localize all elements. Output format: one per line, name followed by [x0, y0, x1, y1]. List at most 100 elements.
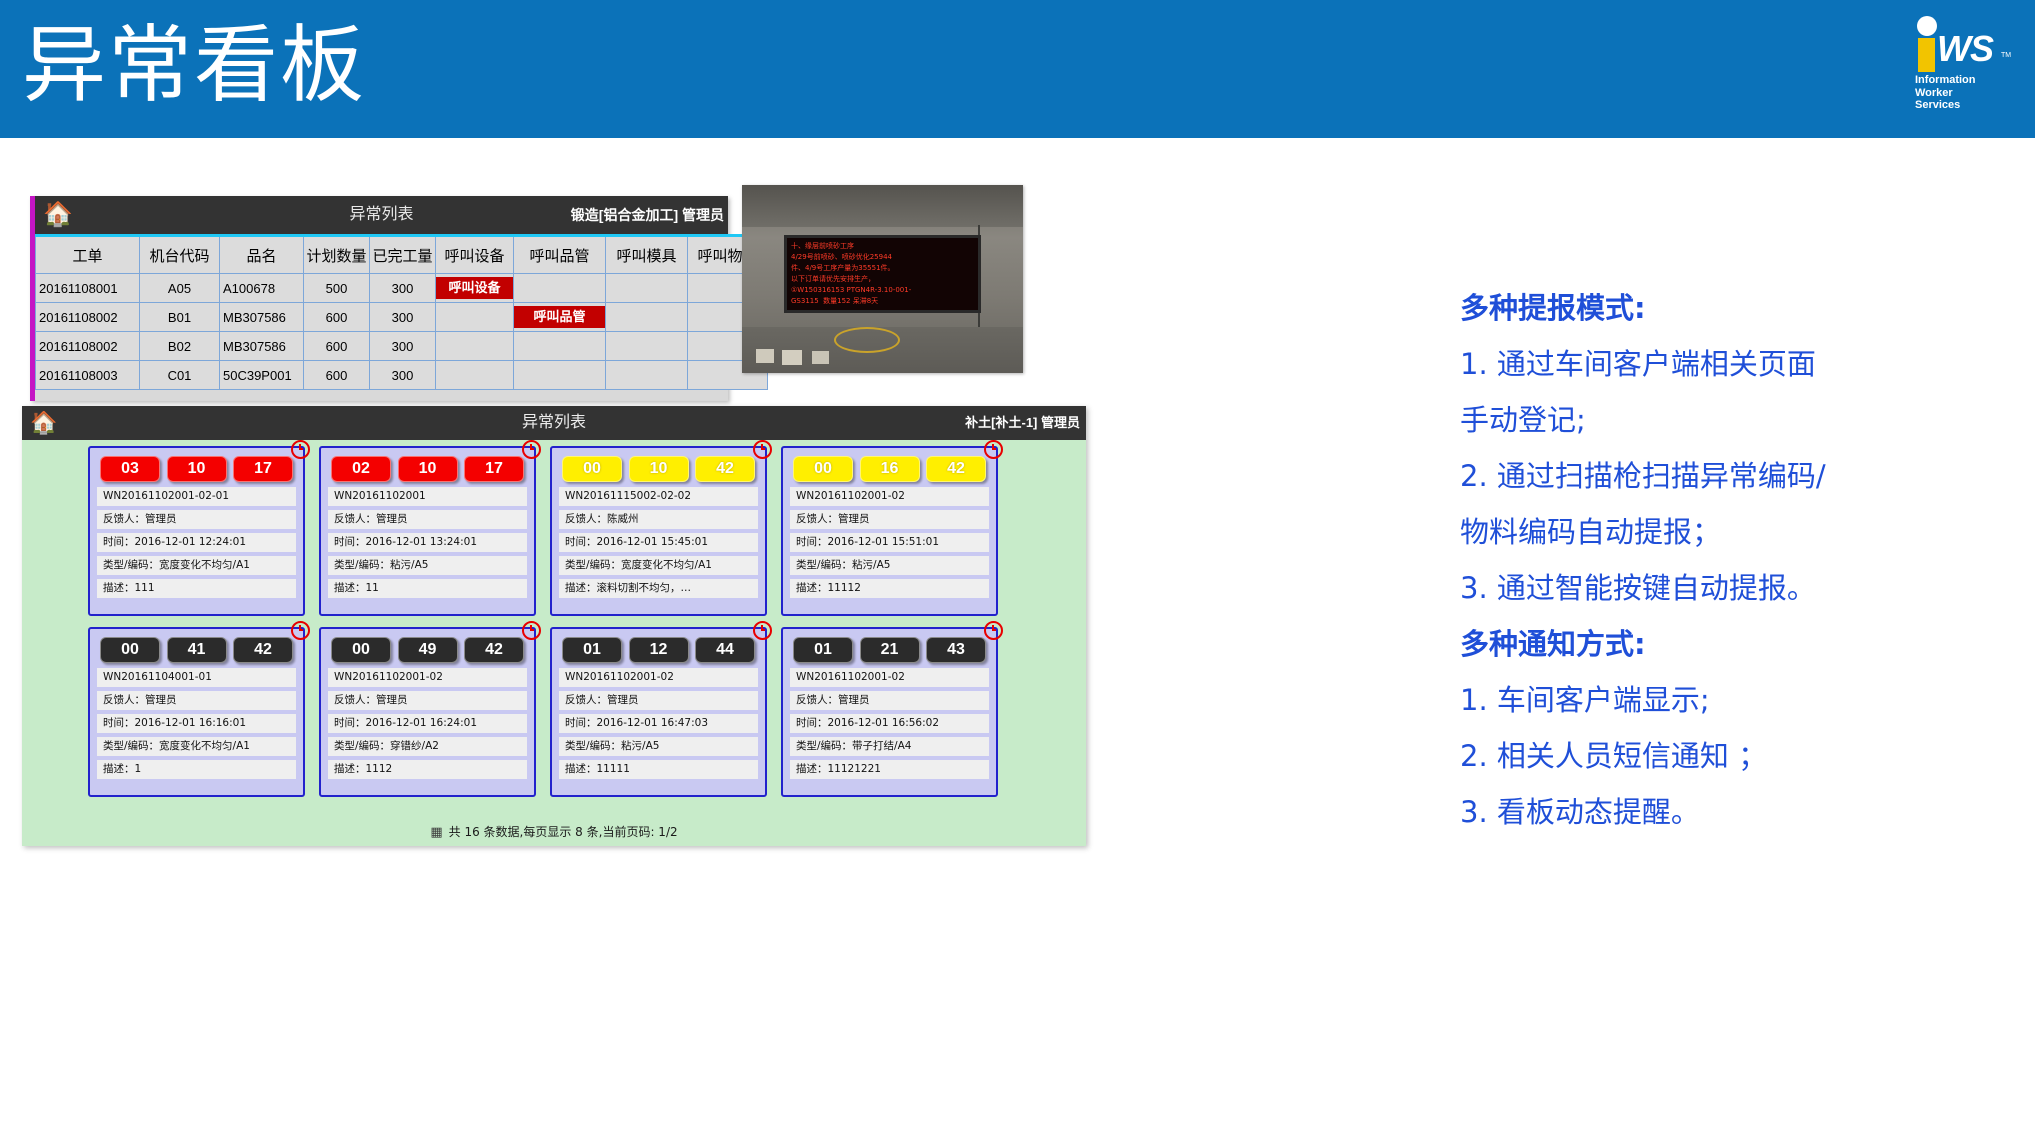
cell-call-qa[interactable] [513, 273, 606, 303]
col-plan-qty: 计划数量 [303, 235, 370, 274]
card-reporter: 反馈人：管理员 [97, 510, 296, 529]
kanban-card[interactable]: 02 10 17 WN20161102001 反馈人：管理员 时间：2016-1… [319, 440, 541, 616]
home-icon[interactable]: 🏠 [30, 410, 57, 436]
report-modes-heading: 多种提报模式: [1460, 291, 1646, 325]
card-reporter: 反馈人：管理员 [790, 510, 989, 529]
status-badge: 16 [859, 456, 920, 482]
card-workorder: WN20161102001-02-01 [97, 487, 296, 506]
report-mode-2: 2. 通过扫描枪扫描异常编码/ [1460, 459, 1826, 493]
cell-call-qa[interactable]: 呼叫品管 [513, 302, 606, 332]
exception-list-panel: 异常列表 🏠 锻造[铝合金加工] 管理员 工单 机台代码 品名 计划数量 已完工… [30, 196, 768, 401]
table-row[interactable]: 20161108002 B02 MB307586 600 300 [35, 331, 768, 361]
card-badges: 03 10 17 [97, 456, 296, 482]
call-quality-button[interactable]: 呼叫品管 [514, 306, 605, 328]
card-type: 类型/编码：宽度变化不均匀/A1 [97, 556, 296, 575]
status-badge: 21 [859, 637, 920, 663]
card-type: 类型/编码：粘污/A5 [328, 556, 527, 575]
kanban-card[interactable]: 00 41 42 WN20161104001-01 反馈人：管理员 时间：201… [88, 621, 310, 797]
cell-plan: 600 [303, 360, 370, 390]
card-time: 时间：2016-12-01 16:56:02 [790, 714, 989, 733]
led-board-photo: 十、缘层前喷砂工序 4/29号前喷砂、喷砂优化25944 件、4/9号工序产量为… [742, 185, 1023, 373]
card-badges: 02 10 17 [328, 456, 527, 482]
exception-table-body: 20161108001 A05 A100678 500 300 呼叫设备 201… [35, 273, 768, 390]
status-badge: 10 [628, 456, 689, 482]
kanban-card[interactable]: 03 10 17 WN20161102001-02-01 反馈人：管理员 时间：… [88, 440, 310, 616]
card-desc: 描述：11121221 [790, 760, 989, 779]
cell-machine: B02 [139, 331, 220, 361]
cell-call-equip[interactable] [435, 360, 514, 390]
photo-highlight-ellipse [834, 327, 900, 353]
cell-product: A100678 [219, 273, 304, 303]
card-reporter: 反馈人：管理员 [790, 691, 989, 710]
status-badge: 10 [166, 456, 227, 482]
clock-icon [291, 440, 310, 459]
status-badge: 42 [233, 637, 293, 663]
report-mode-2-cont: 物料编码自动提报； [1460, 515, 1722, 549]
cell-call-mold[interactable] [605, 273, 688, 303]
logo-dot-icon [1917, 16, 1937, 36]
status-badge: 00 [100, 637, 160, 663]
col-product: 品名 [219, 235, 304, 274]
col-done-qty: 已完工量 [369, 235, 436, 274]
card-workorder: WN20161104001-01 [97, 668, 296, 687]
panel2-context: 补土[补土-1] 管理员 [965, 415, 1080, 430]
card-desc: 描述：1 [97, 760, 296, 779]
card-workorder: WN20161102001-02 [328, 668, 527, 687]
panel2-title: 异常列表 [521, 414, 586, 431]
table-row[interactable]: 20161108001 A05 A100678 500 300 呼叫设备 [35, 273, 768, 303]
cell-call-qa[interactable] [513, 360, 606, 390]
clock-icon [291, 621, 310, 640]
cell-plan: 600 [303, 331, 370, 361]
report-mode-1-cont: 手动登记; [1460, 403, 1586, 437]
call-equipment-button[interactable]: 呼叫设备 [436, 277, 513, 299]
page-title: 异常看板 [22, 16, 367, 114]
home-icon[interactable]: 🏠 [43, 201, 73, 229]
status-badge: 01 [793, 637, 853, 663]
card-reporter: 反馈人：管理员 [328, 510, 527, 529]
card-time: 时间：2016-12-01 16:16:01 [97, 714, 296, 733]
cell-call-qa[interactable] [513, 331, 606, 361]
panel1-titlebar: 异常列表 🏠 锻造[铝合金加工] 管理员 [35, 196, 728, 234]
card-workorder: WN20161102001 [328, 487, 527, 506]
status-badge: 00 [331, 637, 391, 663]
card-workorder: WN20161115002-02-02 [559, 487, 758, 506]
card-desc: 描述：滚料切割不均匀，… [559, 579, 758, 598]
kanban-card[interactable]: 01 21 43 WN20161102001-02 反馈人：管理员 时间：201… [781, 621, 1003, 797]
table-row[interactable]: 20161108003 C01 50C39P001 600 300 [35, 360, 768, 390]
kanban-card[interactable]: 01 12 44 WN20161102001-02 反馈人：管理员 时间：201… [550, 621, 772, 797]
status-badge: 00 [562, 456, 622, 482]
cell-call-mold[interactable] [605, 302, 688, 332]
cell-call-mold[interactable] [605, 360, 688, 390]
card-workorder: WN20161102001-02 [559, 668, 758, 687]
card-desc: 描述：111 [97, 579, 296, 598]
pagination-text: 共 16 条数据,每页显示 8 条,当前页码: 1/2 [448, 825, 678, 839]
notify-mode-3: 3. 看板动态提醒。 [1460, 795, 1700, 829]
kanban-card[interactable]: 00 49 42 WN20161102001-02 反馈人：管理员 时间：201… [319, 621, 541, 797]
photo-box [812, 351, 829, 364]
kanban-card[interactable]: 00 16 42 WN20161102001-02 反馈人：管理员 时间：201… [781, 440, 1003, 616]
clock-icon [522, 440, 541, 459]
cell-done: 300 [369, 360, 436, 390]
cell-call-equip[interactable] [435, 302, 514, 332]
clock-icon [984, 621, 1003, 640]
cell-call-mold[interactable] [605, 331, 688, 361]
cell-workorder: 20161108001 [35, 273, 140, 303]
status-badge: 42 [926, 456, 986, 482]
table-header-row: 工单 机台代码 品名 计划数量 已完工量 呼叫设备 呼叫品管 呼叫模具 呼叫物料 [35, 235, 768, 274]
card-time: 时间：2016-12-01 16:24:01 [328, 714, 527, 733]
table-row[interactable]: 20161108002 B01 MB307586 600 300 呼叫品管 [35, 302, 768, 332]
cell-workorder: 20161108002 [35, 331, 140, 361]
photo-box [756, 349, 774, 363]
kanban-card[interactable]: 00 10 42 WN20161115002-02-02 反馈人：陈威州 时间：… [550, 440, 772, 616]
grid-icon: ▦ [430, 825, 443, 840]
page-header: 异常看板 WS TM Information Worker Services [0, 0, 2035, 138]
cell-call-equip[interactable] [435, 331, 514, 361]
panel1-context: 锻造[铝合金加工] 管理员 [570, 207, 724, 223]
logo-subtitle: Information Worker Services [1915, 74, 1976, 111]
cell-done: 300 [369, 273, 436, 303]
card-badges: 00 10 42 [559, 456, 758, 482]
report-mode-1: 1. 通过车间客户端相关页面 [1460, 347, 1816, 381]
cell-call-equip[interactable]: 呼叫设备 [435, 273, 514, 303]
clock-icon [984, 440, 1003, 459]
cell-machine: C01 [139, 360, 220, 390]
